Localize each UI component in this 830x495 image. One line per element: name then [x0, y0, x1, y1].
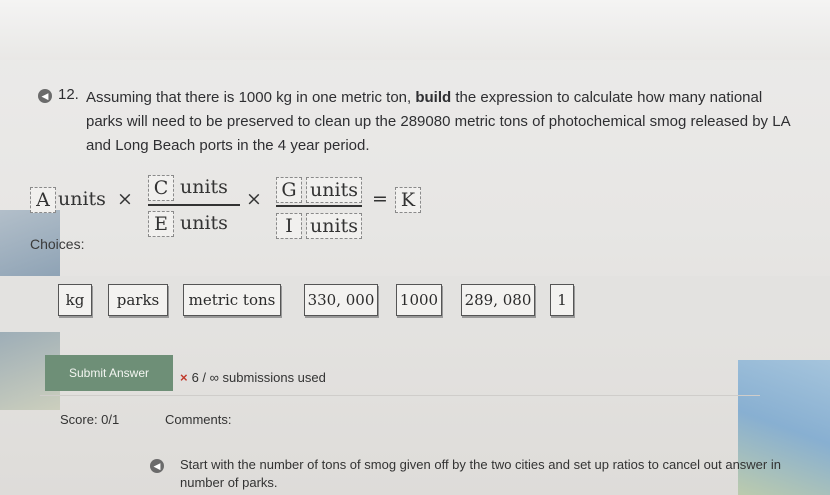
choice-tile-parks[interactable]: parks — [108, 284, 168, 316]
submit-answer-button[interactable]: Submit Answer — [45, 355, 173, 391]
units-box[interactable]: units — [306, 213, 362, 239]
choice-tile-kg[interactable]: kg — [58, 284, 92, 316]
submissions-used: × 6 / ∞ submissions used — [180, 370, 326, 385]
choice-tile-289080[interactable]: 289, 080 — [461, 284, 535, 316]
expression-builder: A units × C units E units × G units I un… — [30, 175, 450, 240]
question-number: 12. — [58, 86, 79, 103]
fraction-bar — [276, 205, 362, 207]
comments-label: Comments: — [165, 412, 232, 427]
units-box[interactable]: units — [306, 177, 362, 203]
choice-tile-metric-tons[interactable]: metric tons — [183, 284, 281, 316]
comment-text: Start with the number of tons of smog gi… — [180, 457, 781, 490]
units-label: units — [180, 212, 228, 234]
drop-box-A[interactable]: A — [30, 187, 56, 213]
drop-box-K[interactable]: K — [395, 187, 421, 213]
question-emphasis: build — [415, 89, 452, 106]
page-header-band — [0, 0, 830, 60]
choice-tile-330000[interactable]: 330, 000 — [304, 284, 378, 316]
choice-tile-1[interactable]: 1 — [550, 284, 574, 316]
choices-label: Choices: — [30, 236, 85, 252]
drop-box-G[interactable]: G — [276, 177, 302, 203]
multiply-sign: × — [117, 188, 133, 210]
question-text: Assuming that there is 1000 kg in one me… — [86, 89, 790, 154]
fraction-bar — [148, 204, 240, 206]
speaker-icon[interactable]: ◀ — [38, 89, 52, 103]
section-divider — [40, 395, 760, 396]
multiply-sign: × — [246, 188, 262, 210]
drop-box-E[interactable]: E — [148, 211, 174, 237]
speaker-icon[interactable]: ◀ — [150, 459, 164, 473]
score-label: Score: 0/1 — [60, 412, 120, 427]
units-label: units — [58, 188, 106, 210]
choice-tile-1000[interactable]: 1000 — [396, 284, 442, 316]
equals-sign: = — [372, 188, 388, 210]
drop-box-C[interactable]: C — [148, 175, 174, 201]
drop-box-I[interactable]: I — [276, 213, 302, 239]
units-label: units — [180, 176, 228, 198]
incorrect-icon: × — [180, 370, 188, 385]
